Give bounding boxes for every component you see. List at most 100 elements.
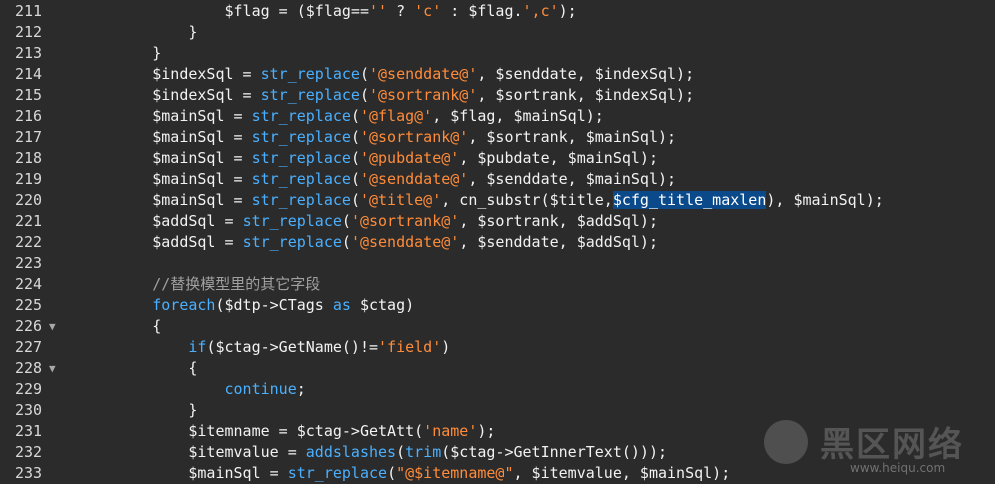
- code-token: , $flag, $mainSql);: [432, 107, 604, 125]
- code-token: '@senddate@': [359, 170, 469, 188]
- code-token: (: [396, 443, 406, 461]
- code-text: }: [80, 22, 197, 43]
- line-number: 219: [15, 170, 43, 188]
- code-line[interactable]: 224 //替换模型里的其它字段: [0, 274, 995, 295]
- code-token: $mainSql =: [80, 128, 252, 146]
- code-text: $addSql = str_replace('@senddate@', $sen…: [80, 232, 658, 253]
- code-text: if($ctag->GetName()!='field'): [80, 337, 450, 358]
- code-token: str_replace: [260, 65, 360, 83]
- code-token: , $senddate, $mainSql);: [468, 170, 677, 188]
- logo-icon: [764, 420, 808, 464]
- code-token: $mainSql =: [80, 107, 252, 125]
- code-token: str_replace: [251, 149, 351, 167]
- code-token: ($ctag->GetInnerText()));: [441, 443, 668, 461]
- code-text: $mainSql = str_replace('@sortrank@', $so…: [80, 127, 676, 148]
- code-token: (: [341, 212, 351, 230]
- code-line[interactable]: 219 $mainSql = str_replace('@senddate@',…: [0, 169, 995, 190]
- line-number: 214: [15, 65, 43, 83]
- fold-arrow-icon[interactable]: ▼: [49, 316, 56, 337]
- code-text: $mainSql = str_replace('@flag@', $flag, …: [80, 106, 604, 127]
- code-token: if: [188, 338, 207, 356]
- code-token: continue: [224, 380, 297, 398]
- code-line[interactable]: 223: [0, 253, 995, 274]
- code-token: 'name': [423, 422, 478, 440]
- code-token: $indexSql =: [80, 65, 261, 83]
- code-token: str_replace: [251, 107, 351, 125]
- code-line[interactable]: 226 ▼ {: [0, 316, 995, 337]
- code-token: 'c': [414, 2, 442, 20]
- code-token: ($ctag->GetName()!=: [206, 338, 379, 356]
- code-token: str_replace: [260, 86, 360, 104]
- code-line[interactable]: 229 continue;: [0, 379, 995, 400]
- code-text: {: [80, 358, 197, 379]
- code-token: $flag = ($flag==: [80, 2, 369, 20]
- code-token: (: [359, 86, 369, 104]
- code-token: $addSql =: [80, 212, 243, 230]
- code-token: , $sortrank, $mainSql);: [468, 128, 677, 146]
- code-line[interactable]: 221 $addSql = str_replace('@sortrank@', …: [0, 211, 995, 232]
- code-token: (: [350, 170, 360, 188]
- code-line[interactable]: 218 $mainSql = str_replace('@pubdate@', …: [0, 148, 995, 169]
- code-token: ?: [387, 2, 415, 20]
- code-token: '@senddate@': [350, 233, 460, 251]
- code-line[interactable]: 211 $flag = ($flag=='' ? 'c' : $flag.',c…: [0, 1, 995, 22]
- code-token: , $itemvalue, $mainSql);: [513, 464, 731, 482]
- code-line[interactable]: 215 $indexSql = str_replace('@sortrank@'…: [0, 85, 995, 106]
- line-number: 218: [15, 149, 43, 167]
- code-token: , $pubdate, $mainSql);: [459, 149, 658, 167]
- code-token: }: [80, 23, 198, 41]
- code-line[interactable]: 217 $mainSql = str_replace('@sortrank@',…: [0, 127, 995, 148]
- code-token: ($dtp->CTags: [215, 296, 333, 314]
- code-token: {: [80, 359, 198, 377]
- code-token: '@sortrank@': [359, 128, 469, 146]
- code-token: ;: [296, 380, 306, 398]
- code-token: $itemvalue =: [80, 443, 306, 461]
- line-number: 212: [15, 23, 43, 41]
- code-line[interactable]: 222 $addSql = str_replace('@senddate@', …: [0, 232, 995, 253]
- code-line[interactable]: 213 }: [0, 43, 995, 64]
- code-text: foreach($dtp->CTags as $ctag): [80, 295, 414, 316]
- watermark-title: 黑区网络: [820, 425, 964, 465]
- code-line[interactable]: 212 }: [0, 22, 995, 43]
- line-number: 221: [15, 212, 43, 230]
- code-token: (: [341, 233, 351, 251]
- code-line[interactable]: 228 ▼ {: [0, 358, 995, 379]
- code-text: $mainSql = str_replace('@title@', cn_sub…: [80, 190, 884, 211]
- code-token: , $sortrank, $addSql);: [459, 212, 658, 230]
- code-token: );: [477, 422, 496, 440]
- line-number: 230: [15, 401, 43, 419]
- code-token: str_replace: [251, 191, 351, 209]
- selected-text: $cfg_title_maxlen: [612, 191, 767, 209]
- line-number: 232: [15, 443, 43, 461]
- code-editor[interactable]: 211 $flag = ($flag=='' ? 'c' : $flag.',c…: [0, 0, 995, 483]
- code-text: }: [80, 400, 197, 421]
- line-number: 228: [15, 359, 43, 377]
- code-text: $itemvalue = addslashes(trim($ctag->GetI…: [80, 442, 667, 463]
- line-number: 215: [15, 86, 43, 104]
- code-token: ), $mainSql);: [766, 191, 884, 209]
- line-number: 231: [15, 422, 43, 440]
- code-line[interactable]: 225 foreach($dtp->CTags as $ctag): [0, 295, 995, 316]
- line-number: 229: [15, 380, 43, 398]
- code-token: str_replace: [251, 128, 351, 146]
- code-token: '@pubdate@': [359, 149, 460, 167]
- code-line[interactable]: 214 $indexSql = str_replace('@senddate@'…: [0, 64, 995, 85]
- code-text: $itemname = $ctag->GetAtt('name');: [80, 421, 495, 442]
- line-number: 233: [15, 464, 43, 482]
- code-text: }: [80, 43, 161, 64]
- code-token: $itemname = $ctag->GetAtt(: [80, 422, 424, 440]
- fold-arrow-icon[interactable]: ▼: [49, 358, 56, 379]
- code-token: (: [350, 191, 360, 209]
- site-watermark: 黑区网络 www.heiqu.com: [758, 417, 995, 483]
- code-token: {: [80, 317, 162, 335]
- code-token: '@sortrank@': [369, 86, 478, 104]
- code-token: (: [359, 65, 369, 83]
- code-line[interactable]: 220 $mainSql = str_replace('@title@', cn…: [0, 190, 995, 211]
- code-line[interactable]: 227 if($ctag->GetName()!='field'): [0, 337, 995, 358]
- code-token: ): [441, 338, 451, 356]
- code-token: addslashes: [305, 443, 397, 461]
- code-line[interactable]: 216 $mainSql = str_replace('@flag@', $fl…: [0, 106, 995, 127]
- code-token: , cn_substr($title,: [441, 191, 613, 209]
- code-token: str_replace: [287, 464, 388, 482]
